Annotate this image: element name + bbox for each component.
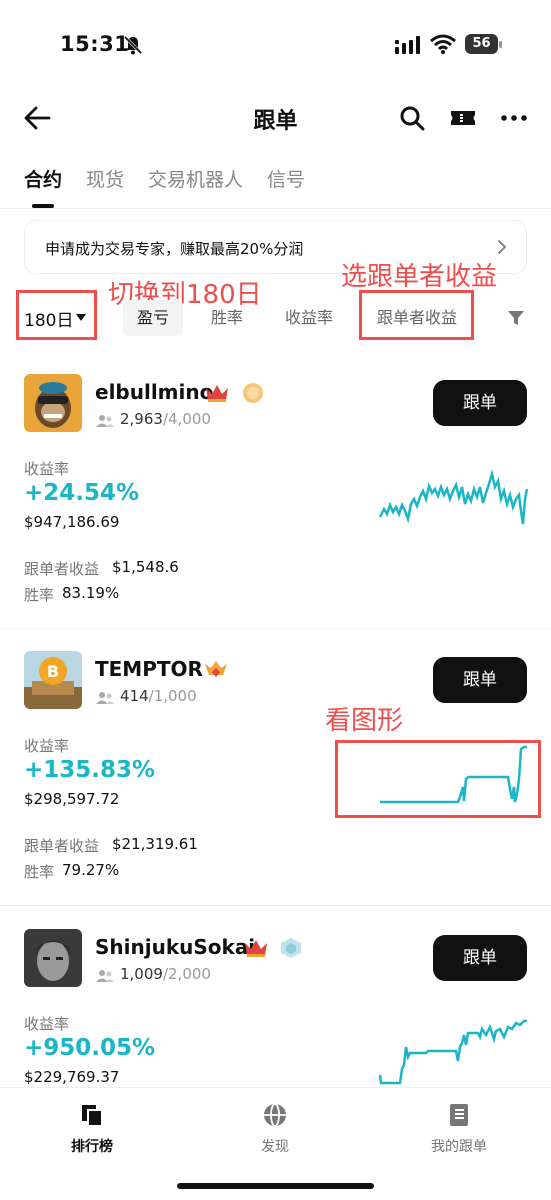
search-icon[interactable] bbox=[398, 104, 426, 132]
status-bar: 15:31 56 bbox=[0, 0, 551, 90]
sort-roi-chip[interactable]: 收益率 bbox=[276, 300, 342, 336]
highlight-box bbox=[335, 740, 541, 818]
trader-name: ShinjukuSokai bbox=[95, 935, 256, 959]
tab-futures[interactable]: 合约 bbox=[24, 165, 62, 192]
gold-medal-icon bbox=[243, 383, 263, 403]
crown-badge-icon bbox=[245, 940, 267, 957]
period-select[interactable]: 180日 bbox=[24, 306, 73, 331]
filter-icon[interactable] bbox=[507, 309, 525, 327]
globe-icon bbox=[264, 1103, 286, 1127]
notebook-icon bbox=[450, 1104, 468, 1126]
divider bbox=[0, 628, 551, 629]
diamond-medal-icon bbox=[281, 938, 301, 958]
bottom-nav-label: 我的跟单 bbox=[431, 1139, 487, 1155]
roi-label: 收益率 bbox=[24, 737, 70, 755]
winrate-value: 79.27% bbox=[62, 861, 120, 879]
tab-signals[interactable]: 信号 bbox=[267, 165, 305, 192]
followers-icon bbox=[96, 415, 114, 427]
copy-trade-button[interactable]: 跟单 bbox=[433, 380, 527, 426]
followers-icon bbox=[96, 692, 114, 704]
leaderboard-icon bbox=[82, 1105, 103, 1127]
home-indicator bbox=[177, 1183, 374, 1189]
status-time: 15:31 bbox=[60, 32, 130, 56]
trader-card: elbullmino 2,963/4,000 跟单 收益率 +24.54% $9… bbox=[0, 374, 551, 624]
roi-label: 收益率 bbox=[24, 1015, 70, 1033]
chevron-right-icon bbox=[498, 240, 507, 254]
sort-winrate-chip[interactable]: 胜率 bbox=[198, 300, 256, 336]
follower-pnl-label: 跟单者收益 bbox=[24, 837, 100, 855]
avatar bbox=[24, 929, 82, 987]
winrate-label: 胜率 bbox=[24, 863, 55, 881]
crown-badge-icon bbox=[206, 385, 228, 402]
roi-label: 收益率 bbox=[24, 460, 70, 478]
avatar: B bbox=[24, 651, 82, 709]
sort-pnl-chip[interactable]: 盈亏 bbox=[123, 300, 183, 336]
follower-pnl-label: 跟单者收益 bbox=[24, 560, 100, 578]
trader-card: ShinjukuSokai 1,009/2,000 跟单 收益率 +950.05… bbox=[0, 929, 551, 1087]
annotation-view-chart: 看图形 bbox=[325, 706, 404, 736]
pnl-value: $947,186.69 bbox=[24, 513, 120, 531]
follower-pnl-value: $21,319.61 bbox=[112, 835, 198, 853]
divider bbox=[0, 905, 551, 906]
svg-text:B: B bbox=[47, 662, 59, 681]
highlight-box bbox=[359, 290, 474, 340]
pnl-value: $298,597.72 bbox=[24, 790, 120, 808]
followers-count: 1,009/2,000 bbox=[120, 965, 211, 983]
signal-icon bbox=[395, 36, 420, 54]
more-icon[interactable] bbox=[498, 104, 530, 132]
wifi-icon bbox=[430, 34, 456, 54]
bottom-nav-label: 发现 bbox=[261, 1139, 289, 1155]
roi-sparkline bbox=[378, 1019, 527, 1085]
battery-icon: 56 bbox=[465, 34, 502, 54]
bell-muted-icon bbox=[123, 35, 143, 55]
bottom-nav-my-copy-trades[interactable]: 我的跟单 bbox=[399, 1102, 519, 1156]
copy-trade-button[interactable]: 跟单 bbox=[433, 935, 527, 981]
follower-pnl-value: $1,548.6 bbox=[112, 558, 179, 576]
roi-value: +24.54% bbox=[24, 480, 140, 506]
divider bbox=[0, 208, 551, 209]
trader-name: elbullmino bbox=[95, 380, 214, 404]
roi-sparkline bbox=[378, 469, 528, 525]
annotation-select-follower-pnl: 选跟单者收益 bbox=[341, 262, 498, 292]
bottom-nav-leaderboard[interactable]: 排行榜 bbox=[32, 1102, 152, 1156]
winrate-value: 83.19% bbox=[62, 584, 120, 602]
battery-level: 56 bbox=[465, 34, 498, 54]
pnl-value: $229,769.37 bbox=[24, 1068, 120, 1086]
avatar bbox=[24, 374, 82, 432]
tab-spot[interactable]: 现货 bbox=[86, 165, 124, 192]
diamond-badge-icon bbox=[205, 661, 227, 677]
trader-name: TEMPTOR bbox=[95, 657, 203, 681]
roi-value: +950.05% bbox=[24, 1035, 156, 1061]
bottom-nav-discover[interactable]: 发现 bbox=[215, 1102, 335, 1156]
winrate-label: 胜率 bbox=[24, 586, 55, 604]
category-tabs: 合约 现货 交易机器人 信号 bbox=[24, 165, 524, 209]
roi-value: +135.83% bbox=[24, 757, 156, 783]
coupon-icon[interactable] bbox=[448, 104, 478, 132]
tab-trading-bots[interactable]: 交易机器人 bbox=[148, 165, 243, 192]
followers-count: 2,963/4,000 bbox=[120, 410, 211, 428]
banner-text: 申请成为交易专家，赚取最高20%分润 bbox=[45, 240, 304, 258]
filter-row: 180日 盈亏 胜率 收益率 跟单者收益 bbox=[0, 290, 551, 342]
nav-bar: 跟单 bbox=[0, 95, 551, 141]
bottom-nav-label: 排行榜 bbox=[71, 1139, 113, 1155]
followers-count: 414/1,000 bbox=[120, 687, 197, 705]
copy-trade-button[interactable]: 跟单 bbox=[433, 657, 527, 703]
caret-down-icon bbox=[76, 314, 86, 321]
followers-icon bbox=[96, 970, 114, 982]
